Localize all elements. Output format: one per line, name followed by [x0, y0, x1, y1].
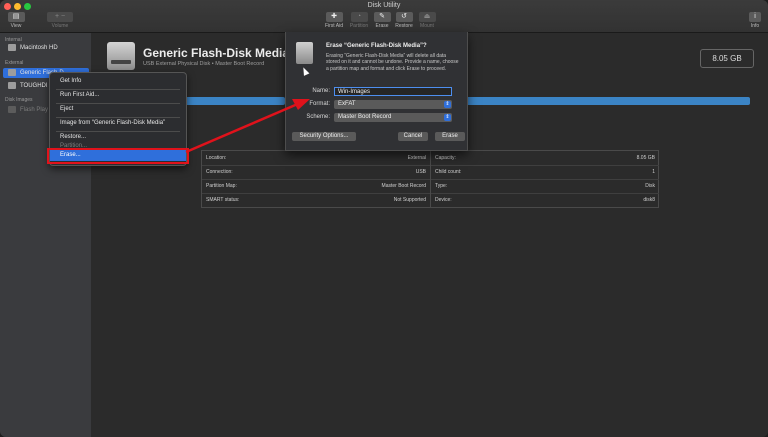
- usb-disk-icon: [8, 68, 16, 76]
- view-label: View: [10, 23, 22, 29]
- info-row: Capacity: 8.05 GB: [431, 151, 659, 166]
- title-bar: Disk Utility ▤ View + − Volume ✚ First A…: [0, 0, 768, 33]
- security-options-button[interactable]: Security Options...: [292, 132, 356, 141]
- mount-button[interactable]: ⏏ Mount: [417, 12, 437, 31]
- restore-icon: ↺: [395, 12, 413, 22]
- sidebar-view-icon: ▤: [7, 12, 25, 22]
- view-button[interactable]: ▤ View: [5, 12, 27, 31]
- format-label: Format:: [309, 101, 330, 107]
- info-key: Partition Map:: [206, 183, 237, 189]
- name-input[interactable]: Win-Images: [334, 87, 452, 96]
- menu-item-label: Get Info: [60, 78, 82, 84]
- info-key: Child count:: [435, 169, 462, 175]
- info-value: USB: [415, 169, 426, 175]
- info-row: Child count: 1: [431, 165, 659, 180]
- sidebar-item-macintosh-hd[interactable]: Macintosh HD: [3, 43, 58, 53]
- sidebar-section-external: External: [5, 60, 24, 66]
- sidebar-item-toughdisk[interactable]: TOUGHDI: [3, 81, 48, 91]
- first-aid-label: First Aid: [324, 23, 344, 29]
- stethoscope-icon: ✚: [325, 12, 343, 22]
- plus-minus-icon: + −: [47, 12, 73, 22]
- menu-item-image-from[interactable]: Image from “Generic Flash-Disk Media”: [50, 118, 186, 129]
- sidebar-item-label: Flash Play: [20, 107, 49, 113]
- name-label: Name:: [312, 88, 330, 94]
- info-row: Location: External: [202, 151, 430, 166]
- dialog-erase-button[interactable]: Erase: [435, 132, 465, 141]
- menu-item-get-info[interactable]: Get Info: [50, 76, 186, 87]
- info-value: External: [407, 155, 426, 161]
- info-row: Device: disk8: [431, 193, 659, 207]
- erase-button[interactable]: ✎ Erase: [372, 12, 392, 31]
- info-value: 1: [652, 169, 655, 175]
- sidebar-item-label: TOUGHDI: [20, 83, 48, 89]
- disk-info-table: Location: External Connection: USB Partiti…: [201, 150, 659, 208]
- sidebar-section-disk-images: Disk Images: [5, 97, 33, 103]
- info-key: Capacity:: [435, 155, 456, 161]
- menu-item-run-first-aid[interactable]: Run First Aid...: [50, 90, 186, 101]
- info-key: Type:: [435, 183, 448, 189]
- menu-item-label: Restore...: [60, 134, 87, 140]
- cancel-button[interactable]: Cancel: [398, 132, 428, 141]
- volume-button[interactable]: + − Volume: [46, 12, 74, 31]
- info-row: Connection: USB: [202, 165, 430, 180]
- info-key: Connection:: [206, 169, 233, 175]
- capacity-badge: 8.05 GB: [700, 49, 754, 68]
- flash-disk-icon: [107, 42, 135, 70]
- dialog-title: Erase “Generic Flash-Disk Media”?: [326, 43, 427, 49]
- usage-bar: [450, 97, 750, 105]
- info-column-right: Capacity: 8.05 GB Child count: 1 Type: Disk…: [430, 151, 659, 207]
- annotation-highlight-box: [47, 148, 189, 164]
- info-icon: i: [749, 12, 761, 22]
- volume-label: Volume: [51, 23, 69, 29]
- partition-label: Partition: [349, 23, 369, 29]
- mount-label: Mount: [420, 23, 434, 29]
- info-value: disk8: [643, 197, 655, 203]
- info-key: Device:: [435, 197, 452, 203]
- disk-image-icon: [8, 105, 16, 113]
- info-key: SMART status:: [206, 197, 240, 203]
- menu-item-label: Eject: [60, 106, 74, 112]
- sidebar-item-flash-player[interactable]: Flash Play: [3, 105, 48, 115]
- info-row: Type: Disk: [431, 179, 659, 194]
- disk-subtitle: USB External Physical Disk • Master Boot…: [143, 61, 265, 67]
- info-label: Info: [750, 23, 760, 29]
- dialog-disk-icon: [296, 42, 313, 64]
- scheme-label: Scheme:: [306, 114, 330, 120]
- first-aid-button[interactable]: ✚ First Aid: [322, 12, 346, 31]
- disk-name: Generic Flash-Disk Media: [143, 46, 290, 60]
- info-row: Partition Map: Master Boot Record: [202, 179, 430, 194]
- erase-icon: ✎: [373, 12, 391, 22]
- scheme-value: Master Boot Record: [338, 114, 392, 120]
- menu-item-eject[interactable]: Eject: [50, 104, 186, 115]
- usb-disk-icon: [8, 81, 16, 89]
- updown-chevron-icon: ⇕: [444, 114, 451, 121]
- menu-item-label: Image from “Generic Flash-Disk Media”: [60, 120, 166, 126]
- restore-button[interactable]: ↺ Restore: [393, 12, 415, 31]
- partition-icon: ◔: [350, 12, 368, 22]
- info-column-left: Location: External Connection: USB Partiti…: [202, 151, 430, 207]
- format-select[interactable]: ExFAT ⇕: [334, 100, 452, 109]
- info-value: Master Boot Record: [381, 183, 426, 189]
- format-value: ExFAT: [338, 101, 356, 107]
- info-value: 8.05 GB: [636, 155, 655, 161]
- info-row: SMART status: Not Supported: [202, 193, 430, 207]
- info-value: Disk: [645, 183, 655, 189]
- mount-icon: ⏏: [418, 12, 436, 22]
- partition-button[interactable]: ◔ Partition: [347, 12, 371, 31]
- scheme-select[interactable]: Master Boot Record ⇕: [334, 113, 452, 122]
- dialog-message: Erasing “Generic Flash-Disk Media” will …: [326, 53, 459, 72]
- window-title: Disk Utility: [367, 2, 401, 9]
- restore-label: Restore: [395, 23, 413, 29]
- info-key: Location:: [206, 155, 227, 161]
- updown-chevron-icon: ⇕: [444, 101, 451, 108]
- erase-label: Erase: [375, 23, 389, 29]
- hard-disk-icon: [8, 43, 16, 51]
- info-button[interactable]: i Info: [746, 12, 764, 31]
- menu-item-label: Run First Aid...: [60, 92, 100, 98]
- sidebar-item-label: Macintosh HD: [20, 45, 58, 51]
- info-value: Not Supported: [393, 197, 426, 203]
- disk-utility-window: Disk Utility ▤ View + − Volume ✚ First A…: [0, 0, 768, 437]
